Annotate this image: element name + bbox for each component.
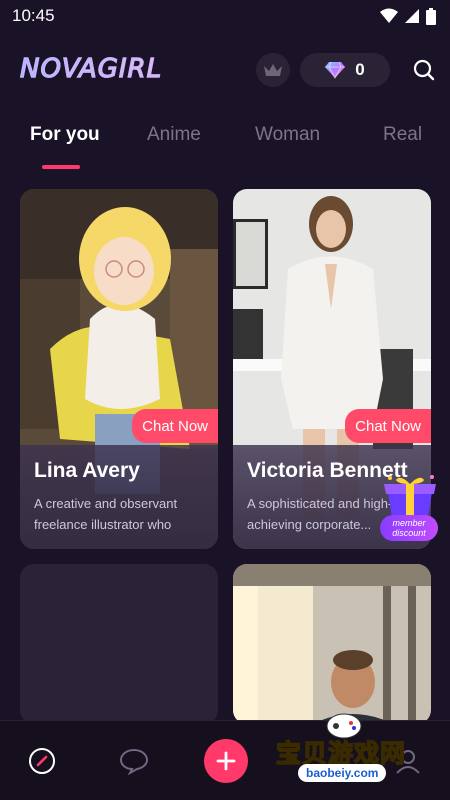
create-button[interactable] xyxy=(204,739,248,783)
diamond-icon xyxy=(325,61,346,79)
member-discount-label: member discount xyxy=(380,515,438,541)
app-bar: NOVAGIRL 0 xyxy=(0,50,450,90)
status-time: 10:45 xyxy=(12,6,55,25)
watermark-url: baobeiy.com xyxy=(298,764,387,782)
gem-count: 0 xyxy=(355,60,365,79)
tab-for-you[interactable]: For you xyxy=(30,124,100,146)
chat-bubble-icon xyxy=(119,748,149,775)
search-button[interactable] xyxy=(408,54,440,86)
character-card[interactable]: Chat Now Lina Avery A creative and obser… xyxy=(20,189,218,549)
compass-icon xyxy=(29,748,55,774)
category-tabs: For you Anime Woman Real xyxy=(0,124,450,164)
search-icon xyxy=(413,59,435,81)
gift-box-icon xyxy=(384,475,436,518)
character-name: Lina Avery xyxy=(34,459,140,482)
wifi-icon xyxy=(380,8,398,23)
member-label-line1: member xyxy=(392,518,426,528)
tab-woman[interactable]: Woman xyxy=(255,124,320,146)
tab-anime[interactable]: Anime xyxy=(147,124,201,146)
nav-messages[interactable] xyxy=(116,743,152,779)
chat-now-button[interactable]: Chat Now xyxy=(132,409,218,443)
character-portrait-image xyxy=(233,564,431,724)
crown-icon xyxy=(264,64,282,76)
character-description: A creative and observant freelance illus… xyxy=(34,496,178,532)
battery-icon xyxy=(426,7,436,25)
app-logo: NOVAGIRL xyxy=(19,53,163,84)
member-discount-badge[interactable]: member discount xyxy=(378,474,442,544)
card-info: Lina Avery A creative and observant free… xyxy=(20,445,218,549)
plus-icon xyxy=(216,751,236,771)
vip-button[interactable] xyxy=(256,53,290,87)
member-label-line2: discount xyxy=(392,528,426,538)
character-card-placeholder[interactable] xyxy=(20,564,218,724)
status-icons xyxy=(380,7,436,25)
character-card[interactable] xyxy=(233,564,431,724)
watermark: 宝贝游戏网 baobeiy.com xyxy=(268,713,438,790)
status-bar: 10:45 xyxy=(0,0,450,32)
tab-real[interactable]: Real xyxy=(383,124,422,146)
chat-now-button[interactable]: Chat Now xyxy=(345,409,431,443)
nav-discover[interactable] xyxy=(24,743,60,779)
tab-active-indicator xyxy=(42,165,80,169)
signal-icon xyxy=(405,9,419,23)
gem-balance-button[interactable]: 0 xyxy=(300,53,390,87)
